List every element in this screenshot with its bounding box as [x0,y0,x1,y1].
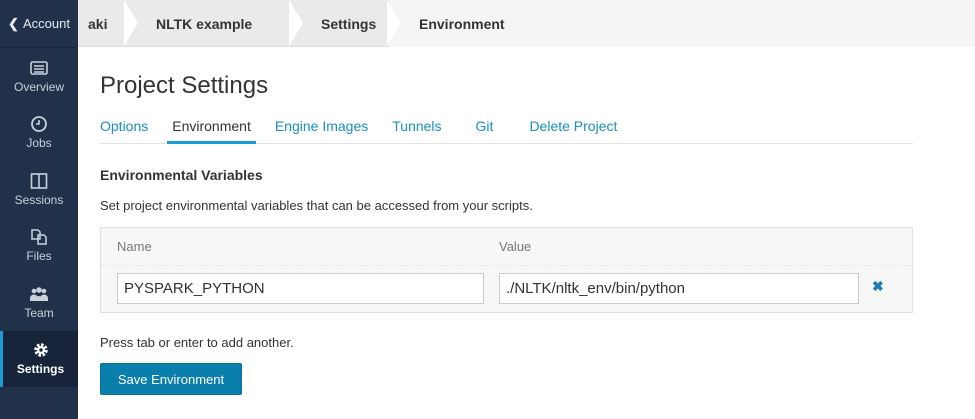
sidebar-item-sessions[interactable]: Sessions [0,161,78,218]
page-title: Project Settings [100,72,269,99]
sidebar: ❮ Account Overview Jobs Sessions Files Te… [0,0,78,419]
sidebar-item-overview[interactable]: Overview [0,48,78,105]
settings-tabs: Options Environment Engine Images Tunnel… [100,110,913,144]
breadcrumb-settings[interactable]: Settings [289,0,389,47]
variable-value-input[interactable] [499,273,859,304]
add-hint: Press tab or enter to add another. [100,335,294,350]
env-variables-table: Name Value ✖ [100,227,913,313]
gear-icon [33,343,48,357]
breadcrumb-environment: Environment [387,0,975,47]
breadcrumb-project[interactable]: NLTK example [124,0,291,47]
files-icon [31,229,47,245]
clock-icon [31,116,47,133]
variable-name-input[interactable] [117,273,484,304]
overview-icon [30,60,48,75]
tab-git[interactable]: Git [476,110,494,144]
table-row: ✖ [101,266,912,312]
breadcrumb-user[interactable]: aki [78,0,126,47]
chevron-left-icon: ❮ [8,15,19,31]
sidebar-item-settings[interactable]: Settings [0,330,78,387]
name-column-header: Name [117,239,152,254]
tab-environment[interactable]: Environment [167,110,256,144]
sidebar-item-jobs[interactable]: Jobs [0,105,78,162]
tab-delete-project[interactable]: Delete Project [529,110,617,144]
value-column-header: Value [499,239,532,254]
sidebar-item-files[interactable]: Files [0,218,78,275]
delete-variable-icon[interactable]: ✖ [872,278,884,295]
breadcrumb: aki NLTK example Settings Environment [78,0,975,47]
sidebar-item-team[interactable]: Team [0,274,78,331]
team-icon [30,286,48,301]
tab-options[interactable]: Options [100,110,148,144]
section-description: Set project environmental variables that… [100,198,533,213]
account-link[interactable]: ❮ Account [0,0,78,48]
tab-engine-images[interactable]: Engine Images [275,110,368,144]
section-title: Environmental Variables [100,167,263,183]
save-environment-button[interactable]: Save Environment [100,363,242,395]
sessions-icon [30,172,48,189]
tab-tunnels[interactable]: Tunnels [392,110,441,144]
